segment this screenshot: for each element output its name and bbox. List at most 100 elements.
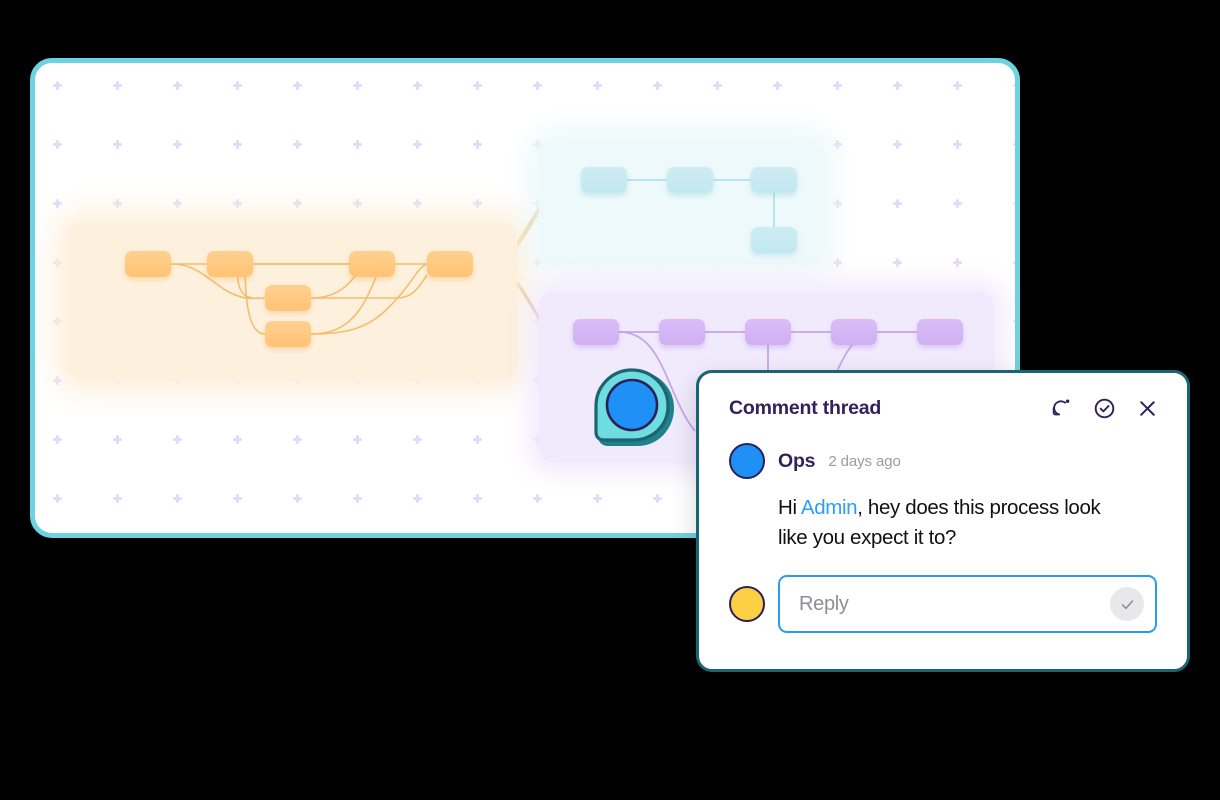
grid-dot-icon	[173, 81, 182, 90]
grid-dot-icon	[893, 258, 902, 267]
grid-dot-icon	[413, 140, 422, 149]
grid-dot-icon	[233, 140, 242, 149]
grid-dot-icon	[53, 376, 62, 385]
reply-input[interactable]	[780, 577, 1155, 631]
page-title: Comment thread	[729, 396, 882, 419]
grid-dot-icon	[953, 81, 962, 90]
diagram-node[interactable]	[831, 319, 877, 345]
grid-dot-icon	[413, 81, 422, 90]
grid-dot-icon	[233, 435, 242, 444]
group-teal[interactable]	[539, 139, 824, 265]
comment-thread-card: Comment thread Ops 2 days ago Hi Admin, …	[696, 370, 1190, 672]
grid-dot-icon	[473, 199, 482, 208]
diagram-node[interactable]	[207, 251, 253, 277]
diagram-node[interactable]	[751, 227, 797, 253]
grid-dot-icon	[473, 494, 482, 503]
close-icon[interactable]	[1133, 394, 1161, 422]
grid-dot-icon	[353, 81, 362, 90]
grid-dot-icon	[293, 494, 302, 503]
grid-dot-icon	[533, 258, 542, 267]
grid-dot-icon	[293, 81, 302, 90]
comment-mention[interactable]: Admin	[801, 496, 858, 519]
grid-dot-icon	[113, 435, 122, 444]
grid-dot-icon	[353, 494, 362, 503]
grid-dot-icon	[113, 494, 122, 503]
grid-dot-icon	[413, 494, 422, 503]
group-orange[interactable]	[67, 223, 517, 380]
grid-dot-icon	[653, 81, 662, 90]
grid-dot-icon	[833, 258, 842, 267]
reply-row	[729, 575, 1157, 633]
grid-dot-icon	[593, 81, 602, 90]
resolve-check-icon[interactable]	[1090, 394, 1118, 422]
screen-root: Comment thread Ops 2 days ago Hi Admin, …	[0, 0, 1220, 800]
grid-dot-icon	[53, 435, 62, 444]
grid-dot-icon	[233, 494, 242, 503]
grid-dot-icon	[353, 199, 362, 208]
grid-dot-icon	[293, 435, 302, 444]
grid-dot-icon	[1013, 140, 1015, 149]
diagram-node[interactable]	[573, 319, 619, 345]
grid-dot-icon	[233, 81, 242, 90]
grid-dot-icon	[593, 494, 602, 503]
diagram-node[interactable]	[667, 167, 713, 193]
grid-dot-icon	[653, 494, 662, 503]
grid-dot-icon	[173, 435, 182, 444]
grid-dot-icon	[113, 81, 122, 90]
grid-dot-icon	[713, 81, 722, 90]
grid-dot-icon	[53, 199, 62, 208]
grid-dot-icon	[833, 140, 842, 149]
grid-dot-icon	[1013, 317, 1015, 326]
diagram-node[interactable]	[265, 285, 311, 311]
grid-dot-icon	[293, 199, 302, 208]
grid-dot-icon	[473, 140, 482, 149]
grid-dot-icon	[353, 435, 362, 444]
grid-dot-icon	[953, 258, 962, 267]
grid-dot-icon	[413, 435, 422, 444]
diagram-node[interactable]	[125, 251, 171, 277]
diagram-node[interactable]	[745, 319, 791, 345]
grid-dot-icon	[473, 435, 482, 444]
diagram-node[interactable]	[349, 251, 395, 277]
send-reply-button[interactable]	[1110, 587, 1144, 621]
grid-dot-icon	[833, 81, 842, 90]
diagram-node[interactable]	[427, 251, 473, 277]
grid-dot-icon	[413, 199, 422, 208]
grid-dot-icon	[293, 140, 302, 149]
grid-dot-icon	[353, 140, 362, 149]
grid-dot-icon	[173, 140, 182, 149]
grid-dot-icon	[473, 81, 482, 90]
avatar[interactable]	[729, 443, 765, 479]
comment-text: Hi Admin, hey does this process look lik…	[778, 493, 1108, 553]
grid-dot-icon	[1013, 81, 1015, 90]
grid-dot-icon	[53, 258, 62, 267]
grid-dot-icon	[53, 317, 62, 326]
diagram-node[interactable]	[581, 167, 627, 193]
reply-notification-icon[interactable]	[1047, 394, 1075, 422]
grid-dot-icon	[953, 140, 962, 149]
grid-dot-icon	[1013, 199, 1015, 208]
comment-author-name: Ops	[778, 449, 816, 472]
grid-dot-icon	[113, 140, 122, 149]
grid-dot-icon	[173, 199, 182, 208]
grid-dot-icon	[893, 199, 902, 208]
comment-body: Ops 2 days ago Hi Admin, hey does this p…	[699, 443, 1187, 633]
grid-dot-icon	[1013, 258, 1015, 267]
comment-text-before: Hi	[778, 496, 801, 519]
diagram-node[interactable]	[917, 319, 963, 345]
reply-field[interactable]	[778, 575, 1157, 633]
comment-pin-marker[interactable]	[592, 366, 676, 450]
grid-dot-icon	[233, 199, 242, 208]
avatar[interactable]	[729, 586, 765, 622]
grid-dot-icon	[173, 494, 182, 503]
grid-dot-icon	[113, 199, 122, 208]
grid-dot-icon	[773, 81, 782, 90]
grid-dot-icon	[533, 494, 542, 503]
diagram-node[interactable]	[751, 167, 797, 193]
comment-author-row: Ops 2 days ago	[729, 443, 1157, 479]
comment-card-header: Comment thread	[699, 373, 1187, 443]
comment-card-actions	[1047, 394, 1161, 422]
diagram-node[interactable]	[659, 319, 705, 345]
diagram-node[interactable]	[265, 321, 311, 347]
grid-dot-icon	[53, 81, 62, 90]
